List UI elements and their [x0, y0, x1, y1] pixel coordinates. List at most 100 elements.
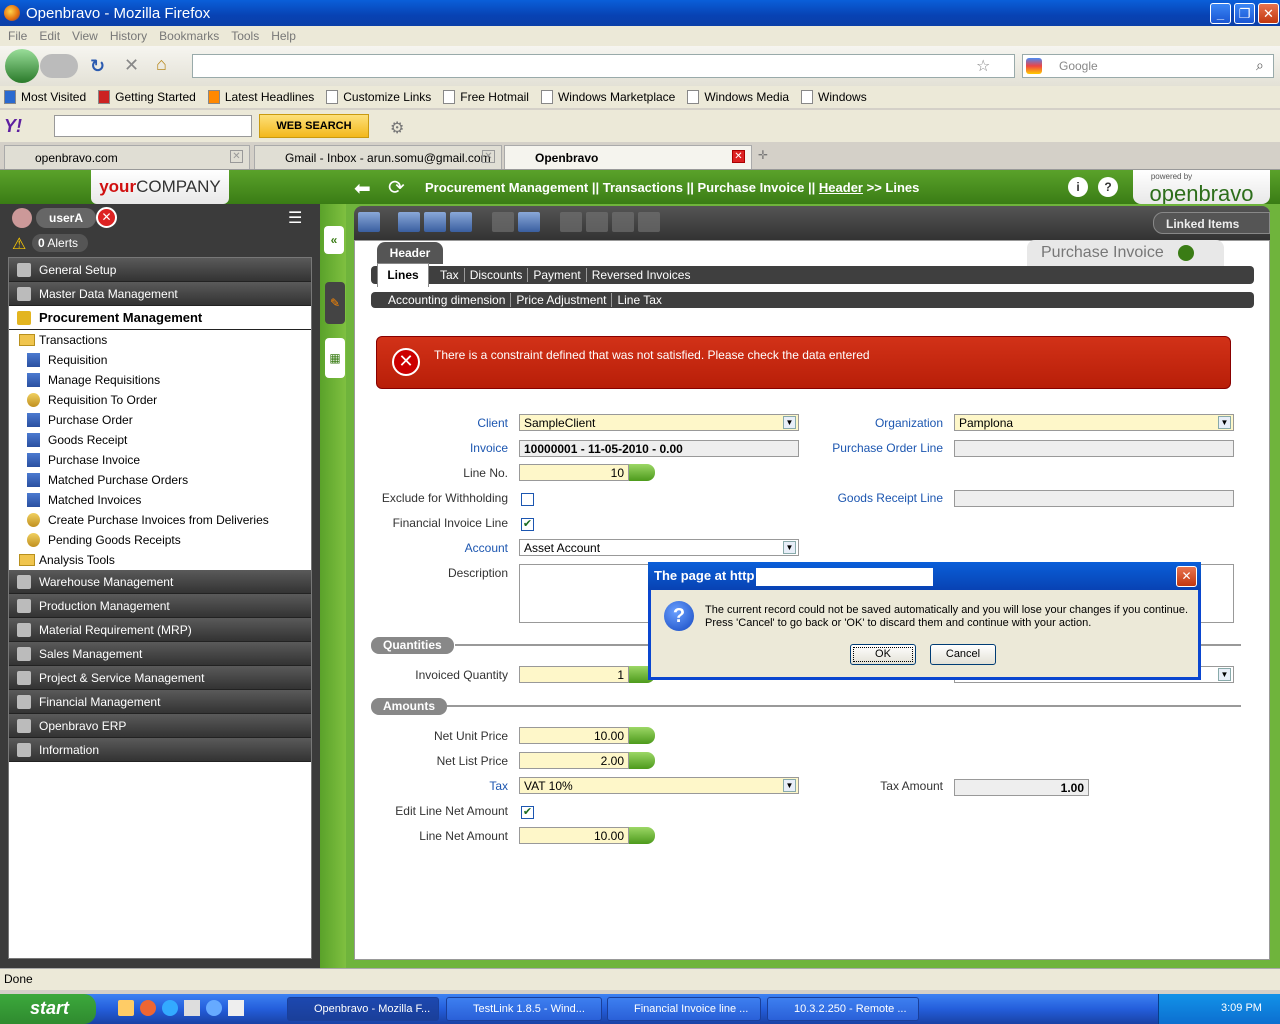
account-select[interactable]: Asset Account ▼ [519, 539, 799, 556]
calculator-icon[interactable] [629, 827, 655, 844]
menu-information[interactable]: Information [9, 738, 311, 762]
close-window-button[interactable]: ✕ [1258, 3, 1279, 24]
menu-item-matched-purchase-orders[interactable]: Matched Purchase Orders [9, 470, 311, 490]
task-financial-invoice-doc[interactable]: Financial Invoice line ... [607, 997, 761, 1021]
tab-tax[interactable]: Tax [435, 268, 465, 282]
firefox-icon[interactable] [140, 1000, 156, 1016]
menu-warehouse[interactable]: Warehouse Management [9, 570, 311, 594]
new-record-icon[interactable] [358, 212, 380, 232]
bookmark-free-hotmail[interactable]: Free Hotmail [443, 90, 529, 104]
back-arrow-icon[interactable]: ⬅ [354, 176, 371, 201]
next-record-icon[interactable] [612, 212, 634, 232]
yahoo-logo[interactable]: Y! [4, 116, 22, 137]
tab-accounting-dimension[interactable]: Accounting dimension [383, 293, 512, 307]
tab-discounts[interactable]: Discounts [465, 268, 529, 282]
bookmark-windows[interactable]: Windows [801, 90, 867, 104]
tax-select[interactable]: VAT 10% ▼ [519, 777, 799, 794]
tab-line-tax[interactable]: Line Tax [612, 293, 666, 307]
menu-view[interactable]: View [72, 29, 98, 43]
tab-close-icon[interactable]: ✕ [732, 150, 745, 163]
bookmark-customize-links[interactable]: Customize Links [326, 90, 431, 104]
edit-line-net-checkbox[interactable]: ✔ [521, 806, 534, 819]
task-remote-desktop[interactable]: 10.3.2.250 - Remote ... [767, 997, 919, 1021]
quantities-section[interactable]: Quantities [371, 637, 454, 654]
menu-item-requisition[interactable]: Requisition [9, 350, 311, 370]
collapse-menu-icon[interactable]: ☰ [288, 208, 308, 228]
bookmark-star-icon[interactable]: ☆ [976, 56, 990, 76]
reload-icon[interactable]: ↻ [90, 56, 108, 76]
menu-history[interactable]: History [110, 29, 147, 43]
ie-icon[interactable] [206, 1000, 222, 1016]
save-new-icon[interactable] [424, 212, 446, 232]
menu-production[interactable]: Production Management [9, 594, 311, 618]
bookmark-windows-marketplace[interactable]: Windows Marketplace [540, 90, 675, 104]
chevron-down-icon[interactable]: ▼ [783, 779, 796, 792]
invoiced-quantity-input[interactable]: 1 [519, 666, 629, 683]
search-input[interactable]: Google [1022, 54, 1274, 78]
line-net-amount-input[interactable]: 10.00 [519, 827, 629, 844]
tab-payment[interactable]: Payment [528, 268, 587, 282]
organization-label[interactable]: Organization [820, 416, 943, 430]
client-select[interactable]: SampleClient ▼ [519, 414, 799, 431]
google-icon[interactable] [1026, 58, 1042, 74]
line-no-input[interactable]: 10 [519, 464, 629, 481]
yahoo-search-input[interactable] [54, 115, 252, 137]
cancel-button[interactable]: Cancel [930, 644, 996, 665]
hide-menu-icon[interactable]: « [324, 226, 344, 254]
forward-icon[interactable] [40, 54, 78, 78]
user-name[interactable]: userA [36, 208, 96, 228]
previous-record-icon[interactable] [586, 212, 608, 232]
copy-record-icon[interactable] [398, 212, 420, 232]
refresh-icon[interactable]: ⟳ [388, 175, 405, 200]
desktop-icon[interactable] [118, 1000, 134, 1016]
menu-project-service[interactable]: Project & Service Management [9, 666, 311, 690]
menu-openbravo-erp[interactable]: Openbravo ERP [9, 714, 311, 738]
undo-icon[interactable] [492, 212, 514, 232]
minimize-button[interactable]: _ [1210, 3, 1231, 24]
net-unit-price-input[interactable]: 10.00 [519, 727, 629, 744]
calculator-icon[interactable] [629, 464, 655, 481]
net-list-price-input[interactable]: 2.00 [519, 752, 629, 769]
menu-item-requisition-to-order[interactable]: Requisition To Order [9, 390, 311, 410]
search-record-icon[interactable] [518, 212, 540, 232]
linked-items-button[interactable]: Linked Items [1153, 212, 1270, 234]
recycle-icon[interactable] [184, 1000, 200, 1016]
menu-item-create-invoices-from-deliveries[interactable]: Create Purchase Invoices from Deliveries [9, 510, 311, 530]
menu-help[interactable]: Help [271, 29, 296, 43]
edit-mode-icon[interactable]: ✎ [325, 282, 345, 324]
calculator-icon[interactable] [629, 727, 655, 744]
menu-bookmarks[interactable]: Bookmarks [159, 29, 219, 43]
task-firefox[interactable]: Openbravo - Mozilla F... [287, 997, 439, 1021]
ok-button[interactable]: OK [850, 644, 916, 665]
menu-general-setup[interactable]: General Setup [9, 258, 311, 282]
chevron-down-icon[interactable]: ▼ [1218, 668, 1231, 681]
home-icon[interactable]: ⌂ [156, 54, 176, 74]
invoice-label[interactable]: Invoice [400, 441, 508, 455]
menu-folder-analysis-tools[interactable]: Analysis Tools [9, 550, 311, 570]
new-tab-icon[interactable]: ✛ [758, 148, 768, 162]
tab-openbravo-com[interactable]: openbravo.com ✕ [4, 145, 250, 169]
tab-openbravo[interactable]: Openbravo ✕ [504, 145, 752, 169]
grid-mode-icon[interactable]: ▦ [325, 338, 345, 378]
menu-file[interactable]: File [8, 29, 27, 43]
last-record-icon[interactable] [638, 212, 660, 232]
menu-item-goods-receipt[interactable]: Goods Receipt [9, 430, 311, 450]
bookmark-windows-media[interactable]: Windows Media [687, 90, 789, 104]
menu-item-purchase-order[interactable]: Purchase Order [9, 410, 311, 430]
logout-icon[interactable]: ✕ [96, 207, 117, 228]
first-record-icon[interactable] [560, 212, 582, 232]
url-bar[interactable] [192, 54, 1015, 78]
menu-tools[interactable]: Tools [231, 29, 259, 43]
menu-item-matched-invoices[interactable]: Matched Invoices [9, 490, 311, 510]
financial-invoice-line-checkbox[interactable]: ✔ [521, 518, 534, 531]
client-label[interactable]: Client [400, 416, 508, 430]
stop-icon[interactable]: ✕ [124, 55, 142, 75]
tab-reversed-invoices[interactable]: Reversed Invoices [587, 268, 696, 282]
bookmark-latest-headlines[interactable]: Latest Headlines [207, 90, 314, 104]
back-icon[interactable] [5, 49, 39, 83]
exclude-withholding-checkbox[interactable] [521, 493, 534, 506]
menu-item-purchase-invoice[interactable]: Purchase Invoice [9, 450, 311, 470]
purchase-order-line-label[interactable]: Purchase Order Line [820, 441, 943, 455]
tab-price-adjustment[interactable]: Price Adjustment [511, 293, 613, 307]
amounts-section[interactable]: Amounts [371, 698, 447, 715]
